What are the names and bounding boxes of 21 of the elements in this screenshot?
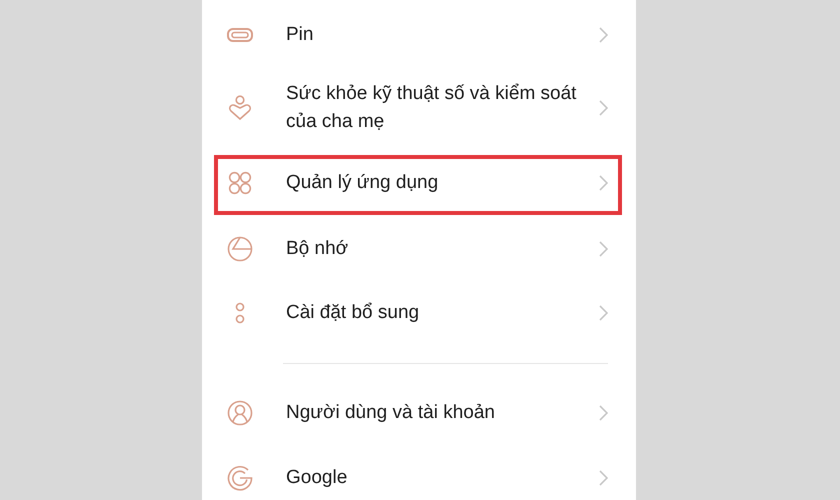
- settings-item-label[interactable]: Google: [286, 464, 599, 492]
- person-heart-icon: [228, 95, 252, 121]
- four-circles-icon: [228, 171, 252, 195]
- settings-item-label[interactable]: Pin: [286, 21, 599, 49]
- settings-item-label[interactable]: Bộ nhớ: [286, 235, 599, 263]
- g-icon: [227, 465, 253, 491]
- settings-item-label[interactable]: Cài đặt bổ sung: [286, 299, 599, 327]
- chevron-right-icon: [599, 241, 608, 257]
- pie-chart-icon: [227, 236, 253, 262]
- chevron-right-icon: [599, 470, 608, 486]
- chevron-right-icon: [599, 100, 608, 116]
- chevron-right-icon: [599, 27, 608, 43]
- chevron-right-icon: [599, 305, 608, 321]
- battery-icon: [227, 28, 253, 42]
- dots-icon: [234, 301, 246, 325]
- settings-item-label[interactable]: Người dùng và tài khoản: [286, 398, 599, 426]
- user-icon: [227, 400, 253, 426]
- settings-item-label[interactable]: Sức khỏe kỹ thuật số và kiểm soát của cha mẹ: [286, 80, 599, 136]
- settings-item-label[interactable]: Quản lý ứng dụng: [286, 169, 599, 197]
- chevron-right-icon: [599, 404, 608, 420]
- chevron-right-icon: [599, 175, 608, 191]
